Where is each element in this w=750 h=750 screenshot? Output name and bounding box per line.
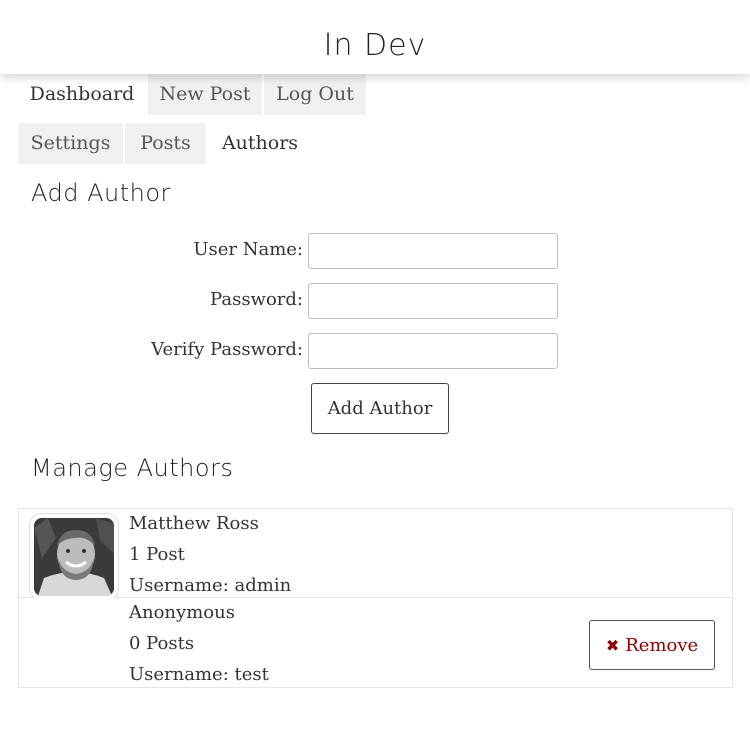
site-header: In Dev [0, 0, 750, 74]
author-username: Username: test [129, 664, 269, 685]
tab-authors[interactable]: Authors [208, 123, 312, 164]
add-author-button[interactable]: Add Author [311, 383, 449, 434]
avatar-photo [34, 518, 114, 596]
password-label: Password: [210, 289, 303, 310]
author-post-count: 0 Posts [129, 633, 195, 654]
tab-new-post[interactable]: New Post [148, 74, 262, 115]
manage-authors-heading: Manage Authors [31, 454, 234, 482]
avatar-portrait-icon [34, 518, 114, 596]
site-title: In Dev [323, 28, 427, 63]
tab-settings[interactable]: Settings [18, 123, 123, 164]
verify-password-input[interactable] [308, 333, 558, 369]
user-name-label: User Name: [193, 239, 303, 260]
author-post-count: 1 Post [129, 544, 185, 565]
tab-posts[interactable]: Posts [125, 123, 206, 164]
remove-label: Remove [625, 634, 699, 656]
author-name: Anonymous [129, 602, 235, 623]
verify-password-label: Verify Password: [151, 339, 303, 360]
author-row: Matthew Ross 1 Post Username: admin [18, 508, 733, 601]
author-row: Anonymous 0 Posts Username: test ✖ Remove [18, 598, 733, 688]
avatar [29, 513, 119, 601]
remove-author-button[interactable]: ✖ Remove [589, 620, 715, 670]
tab-dashboard[interactable]: Dashboard [18, 74, 146, 115]
author-username: Username: admin [129, 575, 292, 596]
author-name: Matthew Ross [129, 513, 259, 534]
tab-log-out[interactable]: Log Out [264, 74, 366, 115]
user-name-input[interactable] [308, 233, 558, 269]
password-input[interactable] [308, 283, 558, 319]
close-icon: ✖ [605, 635, 620, 655]
add-author-heading: Add Author [31, 179, 171, 207]
